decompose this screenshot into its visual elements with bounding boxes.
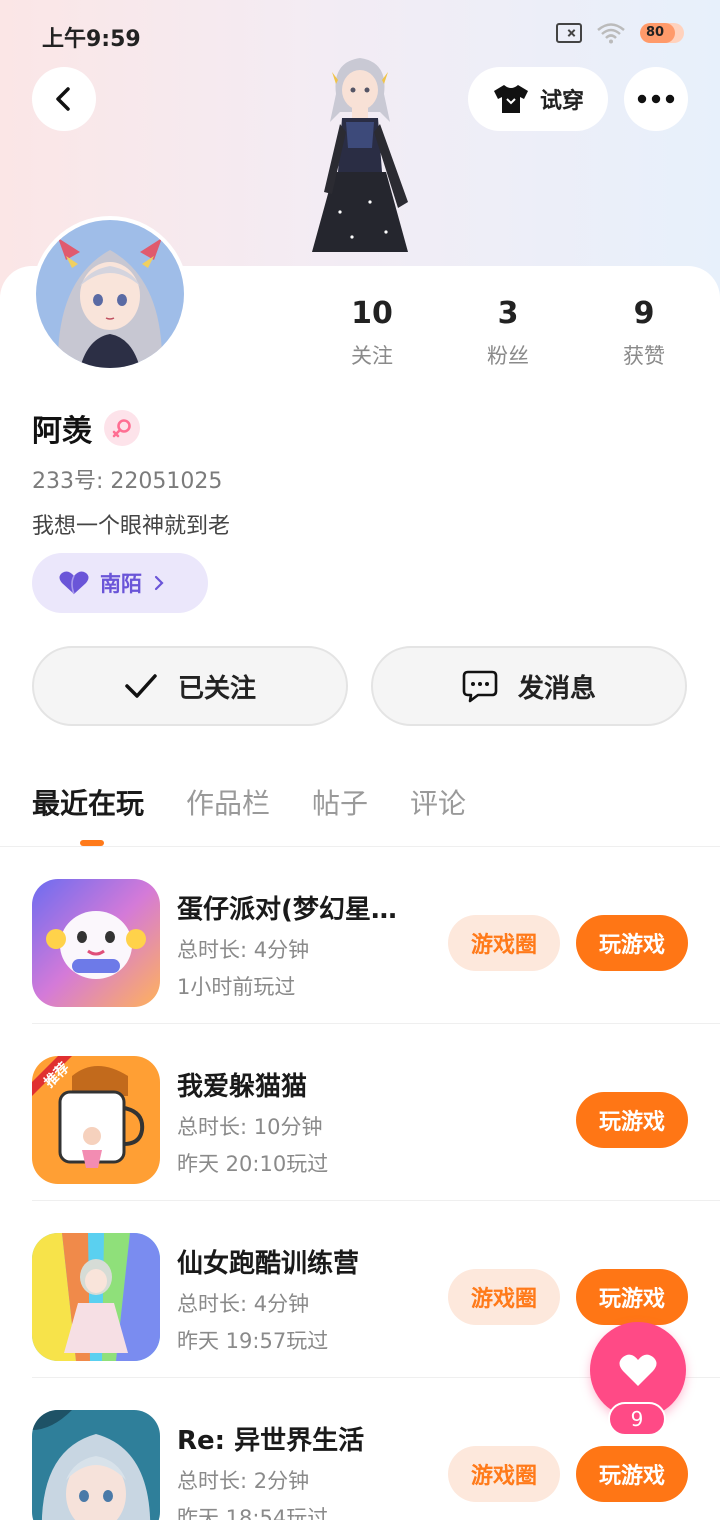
profile-stats: 10 关注 3 粉丝 9 获赞 <box>304 296 720 370</box>
game-last-played: 昨天 20:10玩过 <box>177 1152 329 1176</box>
status-time: 上午9:59 <box>42 27 141 52</box>
game-name: Re: 异世界生活 <box>177 1426 365 1456</box>
game-duration: 总时长: 2分钟 <box>177 1469 310 1493</box>
game-list-item[interactable]: 推荐 我爱躲猫猫 总时长: 10分钟 昨天 20:10玩过 玩游戏 <box>32 1024 720 1201</box>
stat-value: 10 <box>351 296 393 331</box>
game-duration: 总时长: 4分钟 <box>177 1292 310 1316</box>
stat-label: 粉丝 <box>487 344 529 368</box>
battery-text: 80 <box>646 25 665 40</box>
game-duration: 总时长: 4分钟 <box>177 938 310 962</box>
message-label: 发消息 <box>517 673 596 704</box>
play-game-button[interactable]: 玩游戏 <box>576 915 688 971</box>
battery-indicator: 80 <box>640 23 684 43</box>
user-bio: 我想一个眼神就到老 <box>32 514 231 539</box>
back-icon <box>56 87 70 111</box>
follow-button[interactable]: 已关注 <box>32 646 348 726</box>
like-count-badge: 9 <box>608 1402 666 1436</box>
chevron-right-icon <box>154 575 164 591</box>
game-icon-re-zero <box>32 1410 160 1520</box>
cp-name: 南陌 <box>100 572 142 596</box>
profile-avatar[interactable] <box>32 216 188 372</box>
more-button[interactable] <box>624 67 688 131</box>
try-on-label: 试穿 <box>539 89 584 114</box>
check-icon <box>125 674 157 698</box>
game-last-played: 昨天 19:57玩过 <box>177 1329 329 1353</box>
stat-label: 获赞 <box>623 344 665 368</box>
female-icon <box>104 410 140 446</box>
stat-likes[interactable]: 9 获赞 <box>576 296 712 370</box>
tshirt-icon <box>493 85 528 113</box>
tab-comments[interactable]: 评论 <box>410 782 466 826</box>
play-game-button[interactable]: 玩游戏 <box>576 1092 688 1148</box>
game-icon-hide-and-seek: 推荐 <box>32 1056 160 1184</box>
stat-followers[interactable]: 3 粉丝 <box>440 296 576 370</box>
avatar-portrait-image <box>36 220 184 368</box>
status-icons: 80 <box>556 22 684 44</box>
user-id: 233号: 22051025 <box>32 469 223 494</box>
game-icon-eggy-party <box>32 879 160 1007</box>
cp-relation-chip[interactable]: 南陌 <box>32 553 208 613</box>
more-icon <box>637 94 675 104</box>
tab-works[interactable]: 作品栏 <box>186 782 270 826</box>
try-on-button[interactable]: 试穿 <box>468 67 608 131</box>
nickname-row: 阿羡 <box>32 406 140 450</box>
heart-icon <box>59 571 89 595</box>
tab-recent-played[interactable]: 最近在玩 <box>32 782 144 826</box>
profile-tabs: 最近在玩 作品栏 帖子 评论 <box>32 782 466 826</box>
avatar-character-image <box>312 58 408 252</box>
play-game-button[interactable]: 玩游戏 <box>576 1446 688 1502</box>
game-name: 蛋仔派对(梦幻星… <box>177 895 397 925</box>
game-name: 仙女跑酷训练营 <box>177 1249 360 1279</box>
heart-icon <box>619 1354 657 1386</box>
stat-label: 关注 <box>351 344 393 368</box>
message-button[interactable]: 发消息 <box>371 646 687 726</box>
game-last-played: 昨天 18:54玩过 <box>177 1506 329 1520</box>
follow-label: 已关注 <box>177 673 256 704</box>
sim-icon <box>556 23 582 43</box>
stat-value: 9 <box>633 296 655 331</box>
nickname: 阿羡 <box>32 414 92 449</box>
game-icon-fairy-parkour <box>32 1233 160 1361</box>
game-name: 我爱躲猫猫 <box>177 1072 308 1102</box>
game-circle-button[interactable]: 游戏圈 <box>448 1446 560 1502</box>
stat-value: 3 <box>497 296 519 331</box>
game-last-played: 1小时前玩过 <box>177 975 296 999</box>
stat-following[interactable]: 10 关注 <box>304 296 440 370</box>
play-game-button[interactable]: 玩游戏 <box>576 1269 688 1325</box>
wifi-icon <box>597 23 625 44</box>
game-circle-button[interactable]: 游戏圈 <box>448 1269 560 1325</box>
game-circle-button[interactable]: 游戏圈 <box>448 915 560 971</box>
tab-posts[interactable]: 帖子 <box>312 782 368 826</box>
message-icon <box>462 670 498 703</box>
game-list-item[interactable]: 蛋仔派对(梦幻星… 总时长: 4分钟 1小时前玩过 游戏圈 玩游戏 <box>32 847 720 1024</box>
back-button[interactable] <box>32 67 96 131</box>
game-duration: 总时长: 10分钟 <box>177 1115 323 1139</box>
